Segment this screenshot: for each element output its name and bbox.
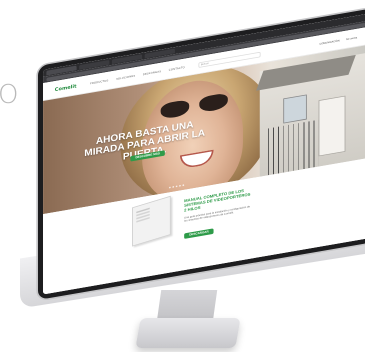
account-link[interactable]: Mi cuenta bbox=[346, 36, 357, 41]
nav-item-soluciones[interactable]: SOLUCIONES bbox=[116, 74, 135, 80]
site-logo[interactable]: Comelit bbox=[55, 83, 77, 92]
carousel-dot[interactable] bbox=[182, 184, 185, 187]
carousel-dot[interactable] bbox=[179, 184, 181, 187]
book-page-lines bbox=[136, 207, 150, 214]
house-window bbox=[283, 94, 307, 124]
carousel-dot[interactable] bbox=[175, 185, 178, 188]
carousel-dot[interactable] bbox=[172, 186, 175, 188]
decorative-letter: O bbox=[0, 80, 19, 110]
carousel-dot[interactable] bbox=[169, 186, 171, 189]
house-door bbox=[318, 95, 346, 157]
nav-item-descargas[interactable]: DESCARGAS bbox=[143, 70, 161, 76]
manual-book-image bbox=[132, 195, 171, 247]
manual-download-button[interactable]: DESCARGAR bbox=[184, 228, 214, 239]
nav-item-contacto[interactable]: CONTACTO bbox=[169, 66, 185, 72]
header-right: COMUNICACIÓN Mi cuenta bbox=[320, 36, 358, 46]
monitor-stand-base bbox=[135, 318, 241, 348]
header-link[interactable]: COMUNICACIÓN bbox=[320, 39, 340, 46]
nav-item-productos[interactable]: PRODUCTOS bbox=[90, 79, 109, 85]
